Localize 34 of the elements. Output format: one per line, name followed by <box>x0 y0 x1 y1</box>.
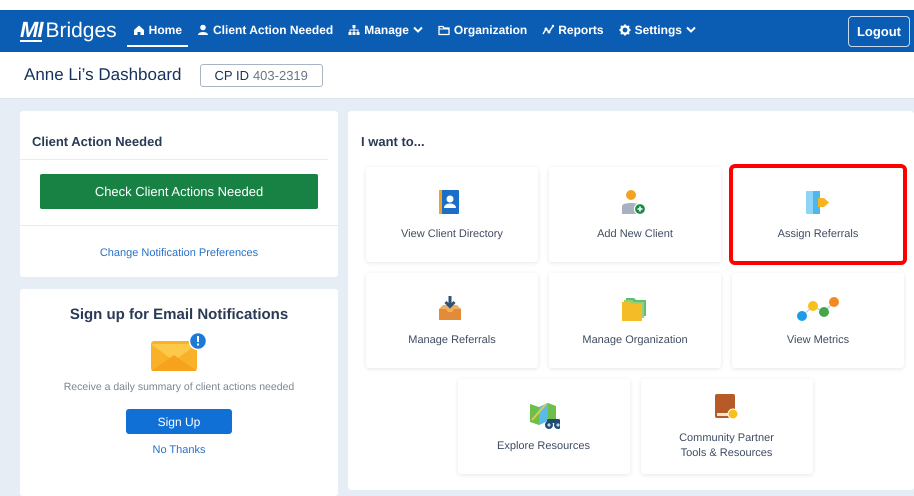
action-tile[interactable]: View Client Directory <box>366 167 538 262</box>
gear-icon <box>618 24 631 36</box>
check-actions-button[interactable]: Check Client Actions Needed <box>40 174 318 209</box>
preferences-link[interactable]: Change Notification Preferences <box>100 247 258 259</box>
hierarchy-icon <box>348 24 360 36</box>
action-tile[interactable]: Add New Client <box>549 167 721 262</box>
envelope-icon <box>149 331 209 373</box>
panel-title: I want to... <box>360 133 426 151</box>
card-title: Sign up for Email Notifications <box>70 306 288 323</box>
person-icon <box>197 24 209 36</box>
id-value: 403-2319 <box>252 68 308 82</box>
action-tile[interactable]: Manage Organization <box>549 273 721 368</box>
action-tile[interactable]: Explore Resources <box>458 379 630 474</box>
no-thanks-link[interactable]: No Thanks <box>152 444 206 456</box>
action-tile[interactable]: View Metrics <box>732 273 904 368</box>
home-icon <box>132 24 145 36</box>
action-tile[interactable]: Community Partner Tools & Resources <box>640 379 812 474</box>
chart-icon <box>542 24 554 36</box>
dashboard-title: Anne Li’s Dashboard <box>24 65 182 85</box>
nav-tab[interactable]: Manage <box>342 15 429 47</box>
nav-tab[interactable]: Client Action Needed <box>191 15 340 47</box>
card-title: Client Action Needed <box>20 111 328 160</box>
logout-button[interactable]: Logout <box>848 16 910 46</box>
folder-icon <box>438 24 450 36</box>
id-label: CP ID <box>214 68 249 82</box>
nav-tab[interactable]: Reports <box>536 15 610 47</box>
sign-up-button[interactable]: Sign Up <box>126 409 232 434</box>
description-text: Receive a daily summary of client actions needed <box>64 381 294 393</box>
nav-tab[interactable]: Home <box>126 15 188 47</box>
action-tile[interactable]: Manage Referrals <box>366 273 538 368</box>
nav-tab[interactable]: Settings <box>612 15 702 47</box>
app-logo: MIBridges <box>20 19 117 43</box>
action-tile[interactable]: Assign Referrals <box>732 167 904 262</box>
nav-tab[interactable]: Organization <box>432 15 534 47</box>
